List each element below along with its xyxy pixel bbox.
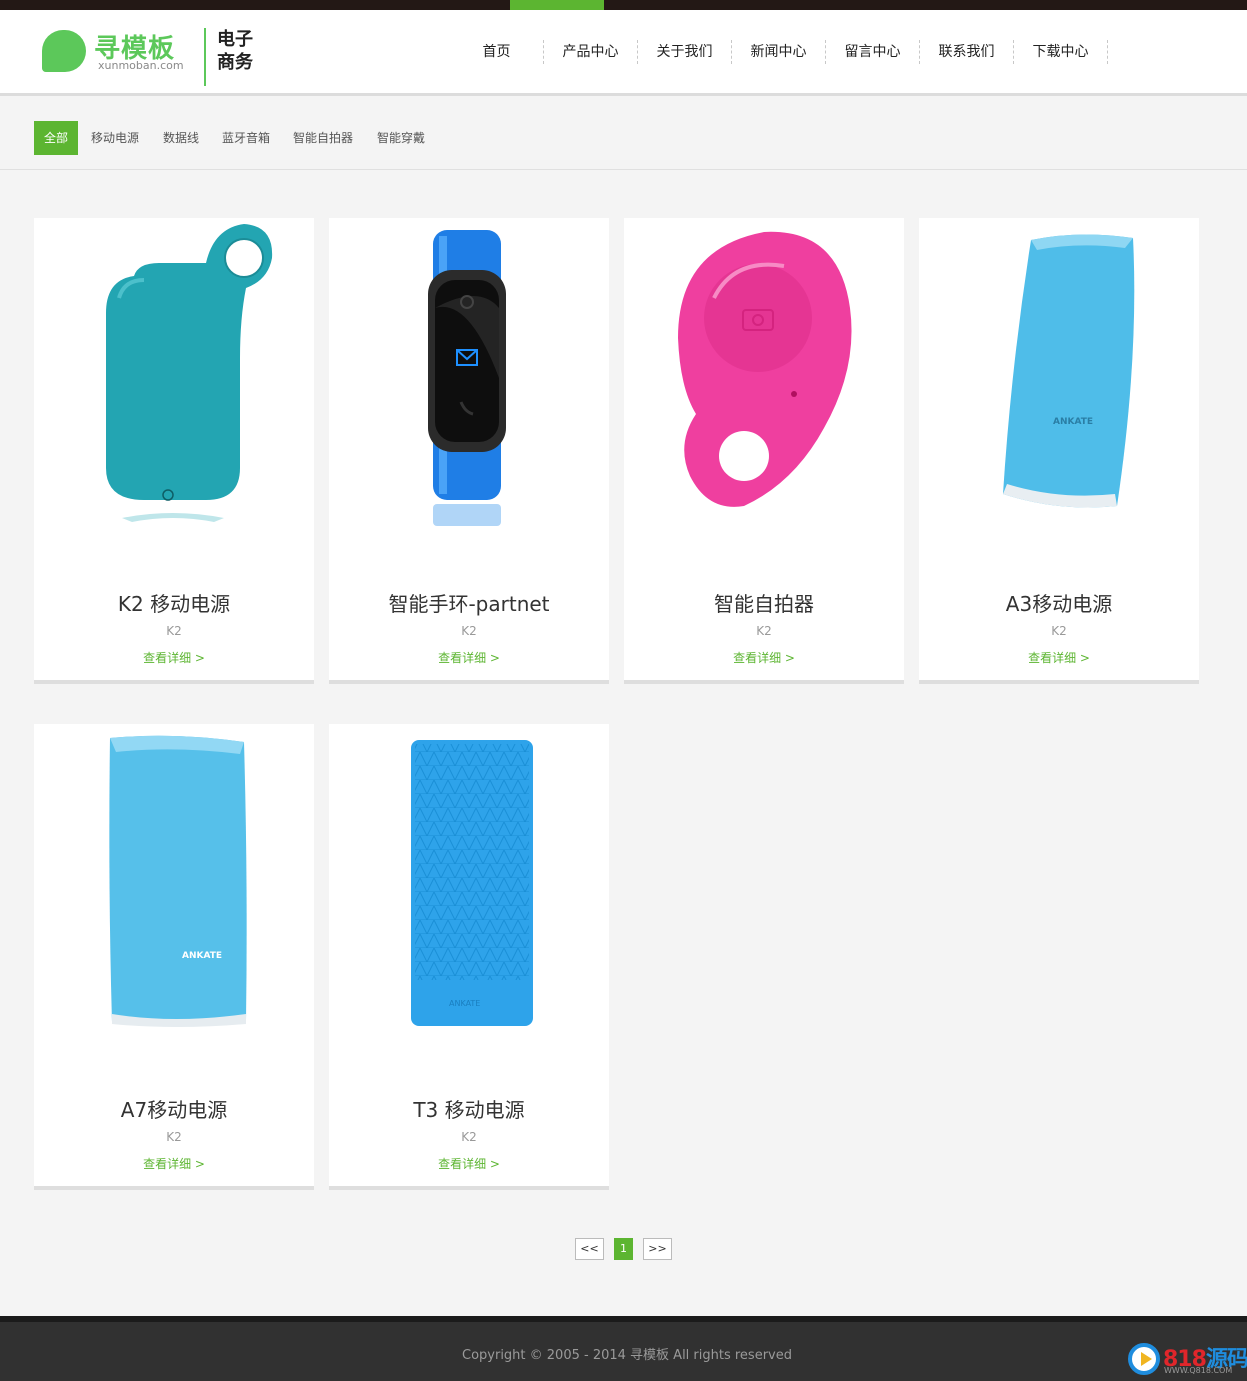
view-details-link[interactable]: 查看详细 >: [329, 649, 609, 666]
view-details-link[interactable]: 查看详细 >: [34, 1155, 314, 1172]
svg-text:ANKATE: ANKATE: [1053, 417, 1093, 427]
site-logo[interactable]: 寻模板 xunmoban.com 电子商务: [42, 28, 262, 88]
current-page[interactable]: 1: [614, 1238, 633, 1260]
prev-page-button[interactable]: <<: [575, 1238, 604, 1260]
product-model: K2: [1051, 624, 1067, 638]
product-card[interactable]: K2 移动电源 K2 查看详细 >: [34, 218, 314, 684]
nav-item-messages[interactable]: 留言中心: [826, 40, 920, 64]
product-title[interactable]: A3移动电源: [919, 588, 1199, 617]
svg-text:ANKATE: ANKATE: [449, 999, 480, 1008]
a3-power-bank-image: ANKATE: [1003, 234, 1135, 508]
product-card[interactable]: ANKATE A7移动电源 K2 查看详细 >: [34, 724, 314, 1190]
product-model: K2: [461, 1130, 477, 1144]
nav-item-downloads[interactable]: 下载中心: [1014, 40, 1108, 64]
copyright-text: Copyright © 2005 - 2014 寻模板 All rights r…: [462, 1348, 792, 1363]
product-card[interactable]: 智能自拍器 K2 查看详细 >: [624, 218, 904, 684]
product-model: K2: [756, 624, 772, 638]
product-title[interactable]: K2 移动电源: [34, 588, 314, 617]
nav-item-contact[interactable]: 联系我们: [920, 40, 1014, 64]
nav-item-products[interactable]: 产品中心: [544, 40, 638, 64]
view-details-link[interactable]: 查看详细 >: [34, 649, 314, 666]
main-nav: 首页 产品中心 关于我们 新闻中心 留言中心 联系我们 下载中心: [450, 40, 1108, 64]
nav-item-about[interactable]: 关于我们: [638, 40, 732, 64]
top-bar: [0, 0, 1247, 16]
pink-selfie-remote-image: [678, 231, 852, 507]
watermark-logo: 818源码 WWW.Q818.COM: [1126, 1341, 1247, 1379]
pagination: << 1 >>: [575, 1238, 672, 1260]
teal-power-bank-image: [106, 224, 273, 522]
product-title[interactable]: A7移动电源: [34, 1094, 314, 1123]
t3-power-bank-image: ANKATE: [411, 740, 533, 1026]
filter-wearables[interactable]: 智能穿戴: [377, 121, 425, 155]
product-model: K2: [461, 624, 477, 638]
nav-item-news[interactable]: 新闻中心: [732, 40, 826, 64]
nav-item-home[interactable]: 首页: [450, 40, 544, 64]
view-details-link[interactable]: 查看详细 >: [919, 649, 1199, 666]
view-details-link[interactable]: 查看详细 >: [624, 649, 904, 666]
product-model: K2: [166, 624, 182, 638]
logo-divider: [204, 28, 206, 86]
filter-bluetooth-speaker[interactable]: 蓝牙音箱: [222, 121, 270, 155]
product-card[interactable]: ANKATE T3 移动电源 K2 查看详细 >: [329, 724, 609, 1190]
smart-band-image: [428, 230, 506, 526]
product-model: K2: [166, 1130, 182, 1144]
play-icon: [1128, 1343, 1160, 1375]
filter-power-bank[interactable]: 移动电源: [91, 121, 139, 155]
a7-power-bank-image: ANKATE: [109, 735, 247, 1027]
filter-selfie-stick[interactable]: 智能自拍器: [293, 121, 353, 155]
product-card[interactable]: ANKATE A3移动电源 K2 查看详细 >: [919, 218, 1199, 684]
site-header: 寻模板 xunmoban.com 电子商务 首页 产品中心 关于我们 新闻中心 …: [0, 10, 1247, 96]
logo-bubble-icon: [42, 30, 86, 72]
product-title[interactable]: 智能自拍器: [624, 588, 904, 617]
product-title[interactable]: 智能手环-partnet: [329, 588, 609, 617]
logo-url: xunmoban.com: [98, 59, 184, 72]
next-page-button[interactable]: >>: [643, 1238, 672, 1260]
filter-all[interactable]: 全部: [34, 121, 79, 155]
watermark-site: WWW.Q818.COM: [1164, 1366, 1233, 1375]
site-footer: Copyright © 2005 - 2014 寻模板 All rights r…: [0, 1316, 1247, 1381]
logo-tagline: 电子商务: [217, 29, 253, 73]
view-details-link[interactable]: 查看详细 >: [329, 1155, 609, 1172]
product-card[interactable]: 智能手环-partnet K2 查看详细 >: [329, 218, 609, 684]
product-title[interactable]: T3 移动电源: [329, 1094, 609, 1123]
nav-active-indicator: [510, 0, 604, 16]
category-filter-bar: 全部 移动电源 数据线 蓝牙音箱 智能自拍器 智能穿戴: [0, 99, 1247, 170]
filter-data-cable[interactable]: 数据线: [163, 121, 199, 155]
svg-text:ANKATE: ANKATE: [182, 951, 222, 961]
